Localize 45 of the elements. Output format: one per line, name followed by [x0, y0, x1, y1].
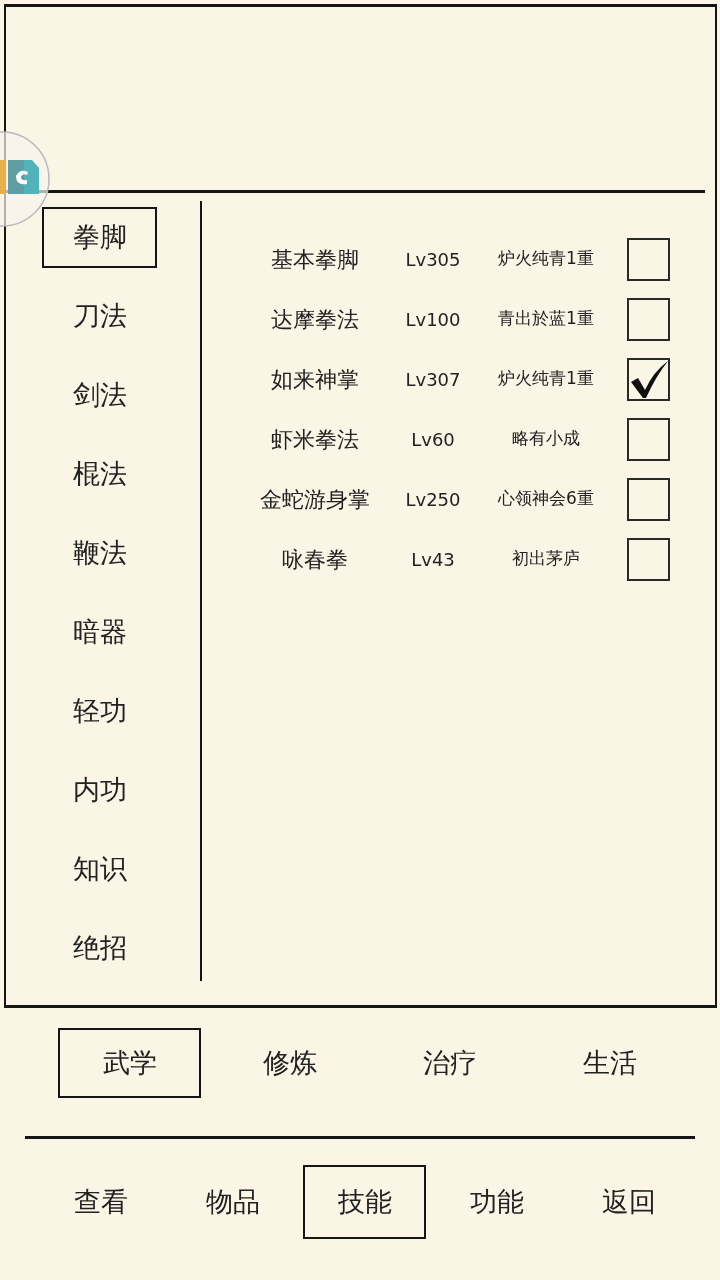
- skill-realm: 炉火纯青1重: [497, 247, 595, 271]
- category-tab[interactable]: 剑法: [42, 365, 157, 426]
- check-icon: [629, 359, 669, 400]
- category-tab[interactable]: 拳脚: [42, 207, 157, 268]
- category-tab[interactable]: 轻功: [42, 681, 157, 742]
- section-tab[interactable]: 治疗: [378, 1028, 521, 1098]
- category-tab[interactable]: 棍法: [42, 444, 157, 505]
- skill-checkbox[interactable]: [627, 357, 670, 401]
- skill-level: Lv100: [404, 307, 462, 332]
- category-tab[interactable]: 鞭法: [42, 523, 157, 584]
- section-tab[interactable]: 生活: [538, 1028, 681, 1098]
- skill-name: 金蛇游身掌: [259, 485, 371, 514]
- skill-level: Lv250: [404, 487, 462, 512]
- skill-level: Lv305: [404, 247, 462, 272]
- skill-realm: 初出茅庐: [511, 547, 581, 571]
- skill-checkbox[interactable]: [627, 477, 670, 521]
- section-tab[interactable]: 武学: [58, 1028, 201, 1098]
- skill-level: Lv60: [410, 427, 456, 452]
- skill-name: 基本拳脚: [270, 245, 360, 274]
- category-tab[interactable]: 暗器: [42, 602, 157, 663]
- skill-checkbox[interactable]: [627, 237, 670, 281]
- skill-checkbox[interactable]: [627, 417, 670, 461]
- category-tab[interactable]: 绝招: [42, 918, 157, 979]
- skill-realm: 炉火纯青1重: [497, 367, 595, 391]
- skill-realm: 略有小成: [511, 427, 581, 451]
- nav-tab[interactable]: 返回: [567, 1165, 690, 1239]
- nav-tab[interactable]: 功能: [435, 1165, 558, 1239]
- skill-level: Lv307: [404, 367, 462, 392]
- skill-name: 虾米拳法: [270, 425, 360, 454]
- nav-tab[interactable]: 物品: [171, 1165, 294, 1239]
- floating-widget-icon[interactable]: [0, 130, 50, 228]
- skill-realm: 青出於蓝1重: [497, 307, 595, 331]
- category-tab[interactable]: 刀法: [42, 286, 157, 347]
- nav-tab[interactable]: 查看: [39, 1165, 162, 1239]
- category-tab[interactable]: 知识: [42, 839, 157, 900]
- skill-checkbox[interactable]: [627, 297, 670, 341]
- nav-tab[interactable]: 技能: [303, 1165, 426, 1239]
- skill-name: 达摩拳法: [270, 305, 360, 334]
- skill-name: 咏春拳: [281, 545, 349, 574]
- category-tab[interactable]: 内功: [42, 760, 157, 821]
- skill-realm: 心领神会6重: [497, 487, 595, 511]
- section-tab[interactable]: 修炼: [218, 1028, 361, 1098]
- skill-checkbox[interactable]: [627, 537, 670, 581]
- skill-level: Lv43: [410, 547, 456, 572]
- skill-name: 如来神掌: [270, 365, 360, 394]
